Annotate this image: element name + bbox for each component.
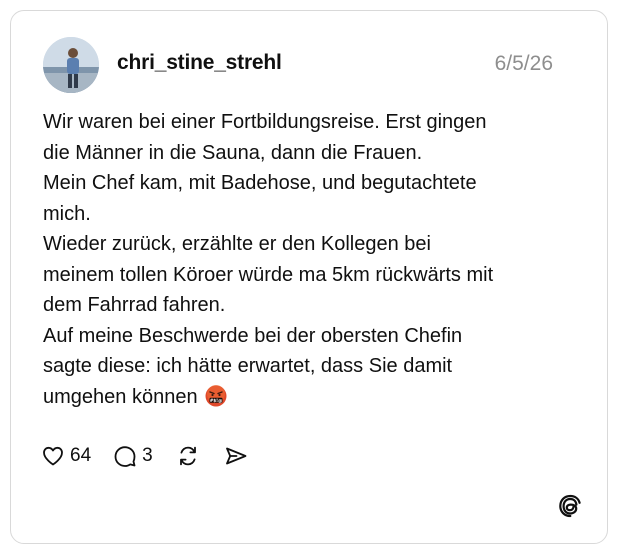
angry-symbols-emoji-icon: #$!@ [205,384,227,406]
post-line: Wieder zurück, erzählte er den Kollegen … [43,233,431,255]
reply-button[interactable]: 3 [113,444,153,468]
send-icon [225,447,247,465]
repost-icon [179,446,196,466]
svg-text:#$!@: #$!@ [210,397,223,402]
reply-count: 3 [142,445,153,466]
repost-button[interactable] [175,444,201,468]
comment-icon [114,446,136,467]
post-line: Wir waren bei einer Fortbildungsreise. E… [43,111,487,133]
post-line: Mein Chef kam, mit Badehose, und begutac… [43,172,477,194]
post-line-last: umgehen können #$!@ [43,382,573,413]
post-date: 6/5/26 [494,52,553,75]
post-card: chri_stine_strehl 6/5/26 Wir waren bei e… [10,10,608,544]
like-count: 64 [70,445,92,466]
like-button[interactable]: 64 [41,444,91,468]
post-line: meinem tollen Köroer würde ma 5km rückwä… [43,263,494,286]
heart-icon [43,446,63,466]
post-line: sagte diese: ich hätte erwartet, dass Si… [43,355,453,377]
avatar[interactable] [43,37,99,93]
post-line: umgehen können [43,385,198,408]
post-line: mich. [43,202,91,225]
post-line: dem Fahrrad fahren. [43,294,226,316]
avatar-photo [43,37,99,93]
post-line: die Männer in die Sauna, dann die Frauen… [43,141,423,164]
action-bar: 64 3 [41,441,271,471]
share-button[interactable] [223,444,249,468]
post-line: Auf meine Beschwerde bei der obersten Ch… [43,324,463,347]
threads-logo-icon[interactable] [557,493,583,519]
username[interactable]: chri_stine_strehl [117,51,282,75]
post-body: Wir waren bei einer Fortbildungsreise. E… [43,107,573,412]
